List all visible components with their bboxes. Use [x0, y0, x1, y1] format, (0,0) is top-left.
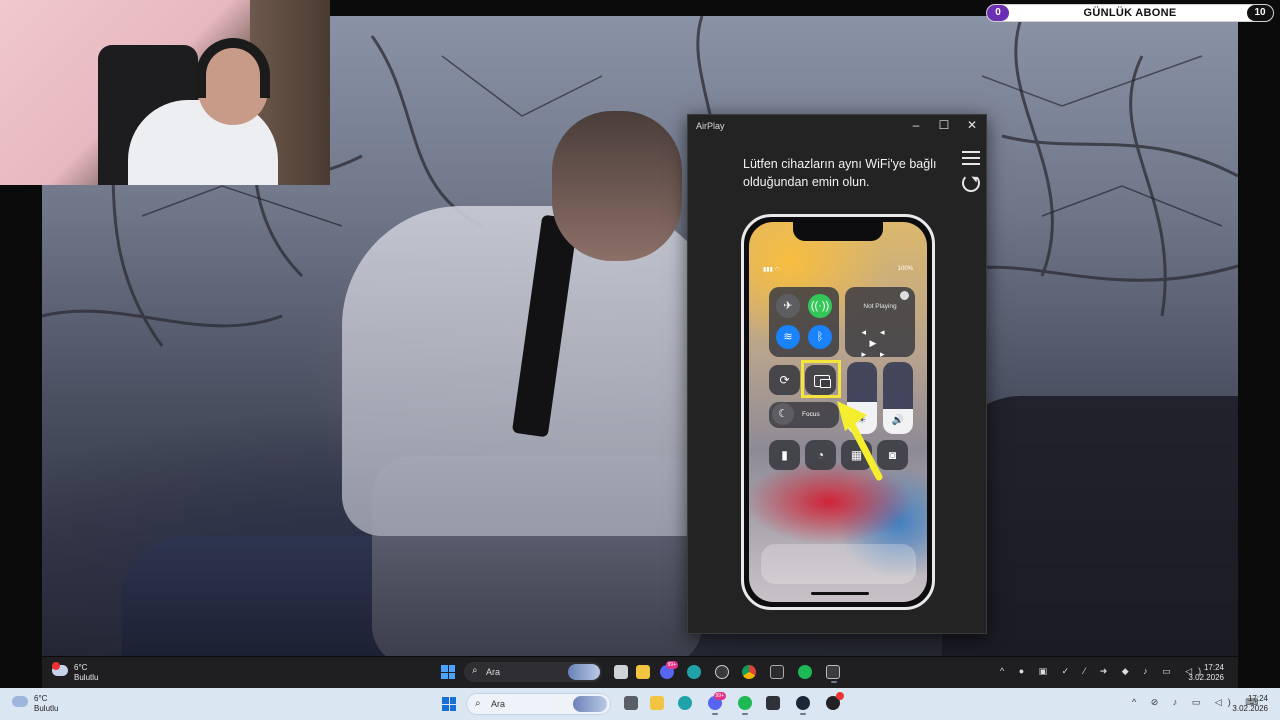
airplay-window-title: AirPlay: [696, 121, 725, 131]
subscriber-goal-target: 10: [1247, 5, 1273, 21]
search-box[interactable]: ⌕ Ara: [466, 693, 611, 715]
wifi-icon: ≋: [776, 325, 800, 349]
task-view-icon[interactable]: [614, 665, 628, 679]
airplay-window: AirPlay – ☐ ✕ Lütfen cihazların aynı WiF…: [687, 114, 987, 634]
cloud-icon: [12, 696, 28, 707]
search-highlight-image: [568, 664, 600, 680]
pointer-arrow: [837, 401, 883, 481]
iphone-notch: [793, 222, 883, 241]
battery-text: 100%: [897, 266, 913, 272]
time: 17:24: [1247, 694, 1268, 703]
airplay-wifi-message: Lütfen cihazların aynı WiFi'ye bağlı old…: [743, 157, 937, 189]
discord-badge: 99+: [665, 661, 678, 669]
discord-icon[interactable]: 99+: [708, 692, 726, 715]
search-icon: ⌕: [475, 698, 481, 709]
inner-time: 17:24: [1203, 663, 1224, 672]
rider-head: [552, 111, 682, 261]
weather-temp: 6°C: [34, 694, 48, 703]
minimize-button[interactable]: –: [906, 118, 926, 132]
obs-icon[interactable]: [826, 692, 844, 710]
subscriber-goal-bar: GÜNLÜK ABONE 0 10: [986, 4, 1274, 22]
recording-dot: [836, 692, 844, 700]
screen-mirroring-highlight: [801, 360, 841, 398]
subscriber-goal-current: 0: [987, 5, 1009, 21]
file-explorer-icon[interactable]: [636, 665, 650, 679]
focus-tile: ☾ Focus: [769, 402, 839, 428]
windows-start-icon[interactable]: [442, 697, 456, 711]
spotify-icon[interactable]: [798, 665, 812, 679]
edge-icon[interactable]: [678, 696, 692, 710]
iphone-dock: [761, 544, 916, 584]
search-placeholder: Ara: [491, 699, 506, 709]
iphone-status-bar: ▮▮▮ ◠ 100%: [763, 266, 913, 273]
inner-system-tray[interactable]: ^ ● ▣ ✓ ⁄ ➜ ◆ ♪ ▭ ◁): [1000, 666, 1207, 677]
steam-icon[interactable]: [796, 696, 810, 715]
obs-icon[interactable]: [715, 665, 729, 679]
airplane-icon: ✈: [776, 294, 800, 318]
file-explorer-icon[interactable]: [650, 696, 664, 710]
search-icon: ⌕: [472, 665, 478, 676]
now-playing-tile: Not Playing ◂◂ ▶ ▸▸: [845, 287, 915, 359]
close-button[interactable]: ✕: [962, 118, 982, 132]
airplay-app-icon[interactable]: [826, 665, 840, 683]
cloud-icon: [52, 662, 68, 676]
bluetooth-icon: ᛒ: [808, 325, 832, 349]
windows-start-icon[interactable]: [441, 665, 455, 679]
chrome-icon[interactable]: [742, 665, 756, 679]
spotify-icon[interactable]: [738, 696, 752, 715]
clock[interactable]: 17:24 3.02.2026: [1232, 694, 1268, 714]
webcam-overlay: [0, 0, 330, 185]
subscriber-goal-label: GÜNLÜK ABONE: [1083, 7, 1177, 19]
discord-badge: 99+: [713, 692, 726, 700]
inner-clock[interactable]: 17:24 3.02.2026: [1188, 663, 1224, 683]
flashlight-icon: ▮: [769, 440, 800, 470]
search-highlight-image: [573, 696, 607, 712]
date: 3.02.2026: [1232, 704, 1268, 713]
focus-label: Focus: [802, 411, 820, 418]
inner-search-box[interactable]: ⌕ Ara: [464, 662, 602, 682]
moon-icon: ☾: [772, 403, 794, 425]
signal-icon: ▮▮▮ ◠: [763, 267, 780, 273]
refresh-icon[interactable]: [962, 174, 980, 192]
inner-weather-desc: Bulutlu: [74, 673, 99, 682]
windows-taskbar: 6°C Bulutlu ⌕ Ara 99+ ^ ⊘ ♪ ▭ ◁) ⌨ 17:24…: [0, 688, 1280, 720]
menu-icon[interactable]: [962, 151, 980, 169]
rotation-lock-icon: ⟳: [769, 365, 800, 395]
timer-icon: ◔: [805, 440, 836, 470]
cellular-icon: ((·)): [808, 294, 832, 318]
terminal-icon[interactable]: [766, 696, 780, 710]
discord-icon[interactable]: 99+: [660, 661, 678, 679]
screen: GÜNLÜK ABONE 0 10 AirPlay – ☐ ✕ Lütfen c…: [0, 0, 1280, 720]
home-indicator: [811, 592, 869, 595]
weather-desc: Bulutlu: [34, 704, 59, 713]
streamed-taskbar: 6°C Bulutlu ⌕ Ara 99+ ^ ● ▣ ✓ ⁄ ➜ ◆ ♪ ▭ …: [42, 657, 1238, 688]
inner-date: 3.02.2026: [1188, 673, 1224, 682]
maximize-button[interactable]: ☐: [934, 118, 954, 132]
inner-search-placeholder: Ara: [486, 667, 501, 677]
app-icon[interactable]: [770, 665, 784, 679]
media-controls: ◂◂ ▶ ▸▸: [861, 327, 899, 359]
now-playing-label: Not Playing: [863, 303, 897, 310]
airplay-audio-icon: [900, 291, 909, 300]
edge-icon[interactable]: [687, 665, 701, 679]
inner-weather-temp: 6°C: [74, 663, 88, 672]
connectivity-tile: ✈ ((·)) ≋ ᛒ: [769, 287, 839, 357]
task-view-icon[interactable]: [624, 696, 638, 710]
